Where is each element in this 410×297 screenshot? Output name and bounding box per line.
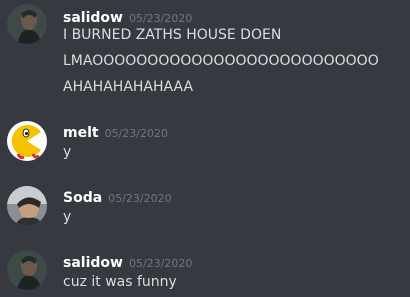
timestamp: 05/23/2020 bbox=[128, 257, 193, 270]
timestamp: 05/23/2020 bbox=[128, 12, 193, 25]
timestamp: 05/23/2020 bbox=[108, 192, 172, 205]
message-header: salidow 05/23/2020 bbox=[63, 252, 192, 272]
salidow-avatar-icon[interactable] bbox=[7, 4, 47, 44]
message-header: melt 05/23/2020 bbox=[63, 122, 168, 142]
soda-avatar-icon[interactable] bbox=[7, 186, 47, 226]
message-text: AHAHAHAHAHAAA bbox=[63, 79, 194, 95]
message-text: cuz it was funny bbox=[63, 274, 177, 290]
message-header: Soda 05/23/2020 bbox=[63, 187, 172, 207]
username[interactable]: melt bbox=[63, 125, 99, 141]
message-header: salidow 05/23/2020 bbox=[63, 7, 192, 27]
pacman-avatar-icon[interactable] bbox=[7, 121, 47, 161]
username[interactable]: salidow bbox=[63, 255, 123, 271]
message-text: I BURNED ZATHS HOUSE DOEN bbox=[63, 27, 282, 43]
username[interactable]: Soda bbox=[63, 190, 102, 206]
username[interactable]: salidow bbox=[63, 10, 123, 26]
message-text: LMAOOOOOOOOOOOOOOOOOOOOOOOOOO bbox=[63, 53, 379, 69]
message-text: y bbox=[63, 209, 72, 225]
message-text: y bbox=[63, 144, 72, 160]
timestamp: 05/23/2020 bbox=[104, 127, 168, 140]
salidow-avatar-icon[interactable] bbox=[7, 250, 47, 290]
